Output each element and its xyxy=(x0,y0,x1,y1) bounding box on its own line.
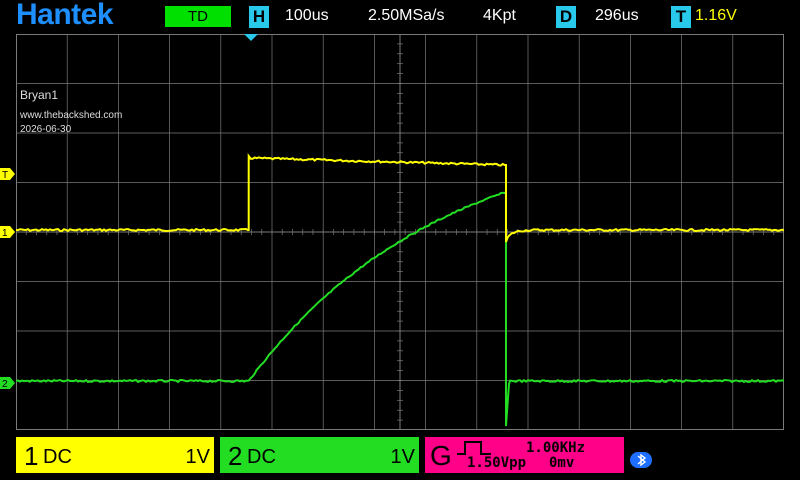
generator-offset: 0mv xyxy=(549,455,575,471)
ch2-settings-box[interactable]: 2 DC 1V xyxy=(220,437,419,473)
annotation-url: www.thebackshed.com xyxy=(20,110,123,121)
ch2-marker-label: 2 xyxy=(2,379,8,390)
trigger-level-value: 1.16V xyxy=(695,7,737,24)
delay-badge[interactable]: D xyxy=(556,6,576,28)
ch1-coupling: DC xyxy=(43,446,72,468)
memory-depth-value: 4Kpt xyxy=(483,7,516,24)
ch2-scale: 1V xyxy=(390,446,415,468)
annotation-name: Bryan1 xyxy=(20,88,59,102)
ch1-settings-box[interactable]: 1 DC 1V xyxy=(16,437,214,473)
trigger-level-marker[interactable]: T xyxy=(0,166,16,182)
brand-logo: Hantek xyxy=(16,0,114,31)
generator-frequency: 1.00KHz xyxy=(526,440,586,456)
ch1-scale: 1V xyxy=(185,446,210,468)
generator-amplitude: 1.50Vpp xyxy=(467,455,527,471)
annotation-date: 2026-06-30 xyxy=(20,124,72,135)
trigger-marker-label: T xyxy=(2,170,8,181)
ch1-marker-label: 1 xyxy=(2,228,8,239)
trigger-badge[interactable]: T xyxy=(671,6,691,28)
generator-letter: G xyxy=(430,440,452,471)
delay-value: 296us xyxy=(595,7,639,24)
top-status-bar: Hantek TD H 100us 2.50MSa/s 4Kpt D 296us… xyxy=(0,0,800,34)
bluetooth-icon[interactable] xyxy=(630,450,658,470)
waveform-svg xyxy=(16,34,784,430)
ch1-ground-marker[interactable]: 1 xyxy=(0,224,16,240)
ch1-number: 1 xyxy=(24,441,39,471)
ch2-coupling: DC xyxy=(247,446,276,468)
horizontal-badge[interactable]: H xyxy=(249,6,269,28)
timebase-value: 100us xyxy=(285,7,329,24)
sample-rate-value: 2.50MSa/s xyxy=(368,7,445,24)
ch2-number: 2 xyxy=(228,441,243,471)
mode-badge[interactable]: TD xyxy=(165,6,231,27)
ch2-ground-marker[interactable]: 2 xyxy=(0,375,16,391)
waveform-display[interactable] xyxy=(16,34,784,430)
generator-settings-box[interactable]: G 1.00KHz 1.50Vpp 0mv xyxy=(425,437,624,473)
